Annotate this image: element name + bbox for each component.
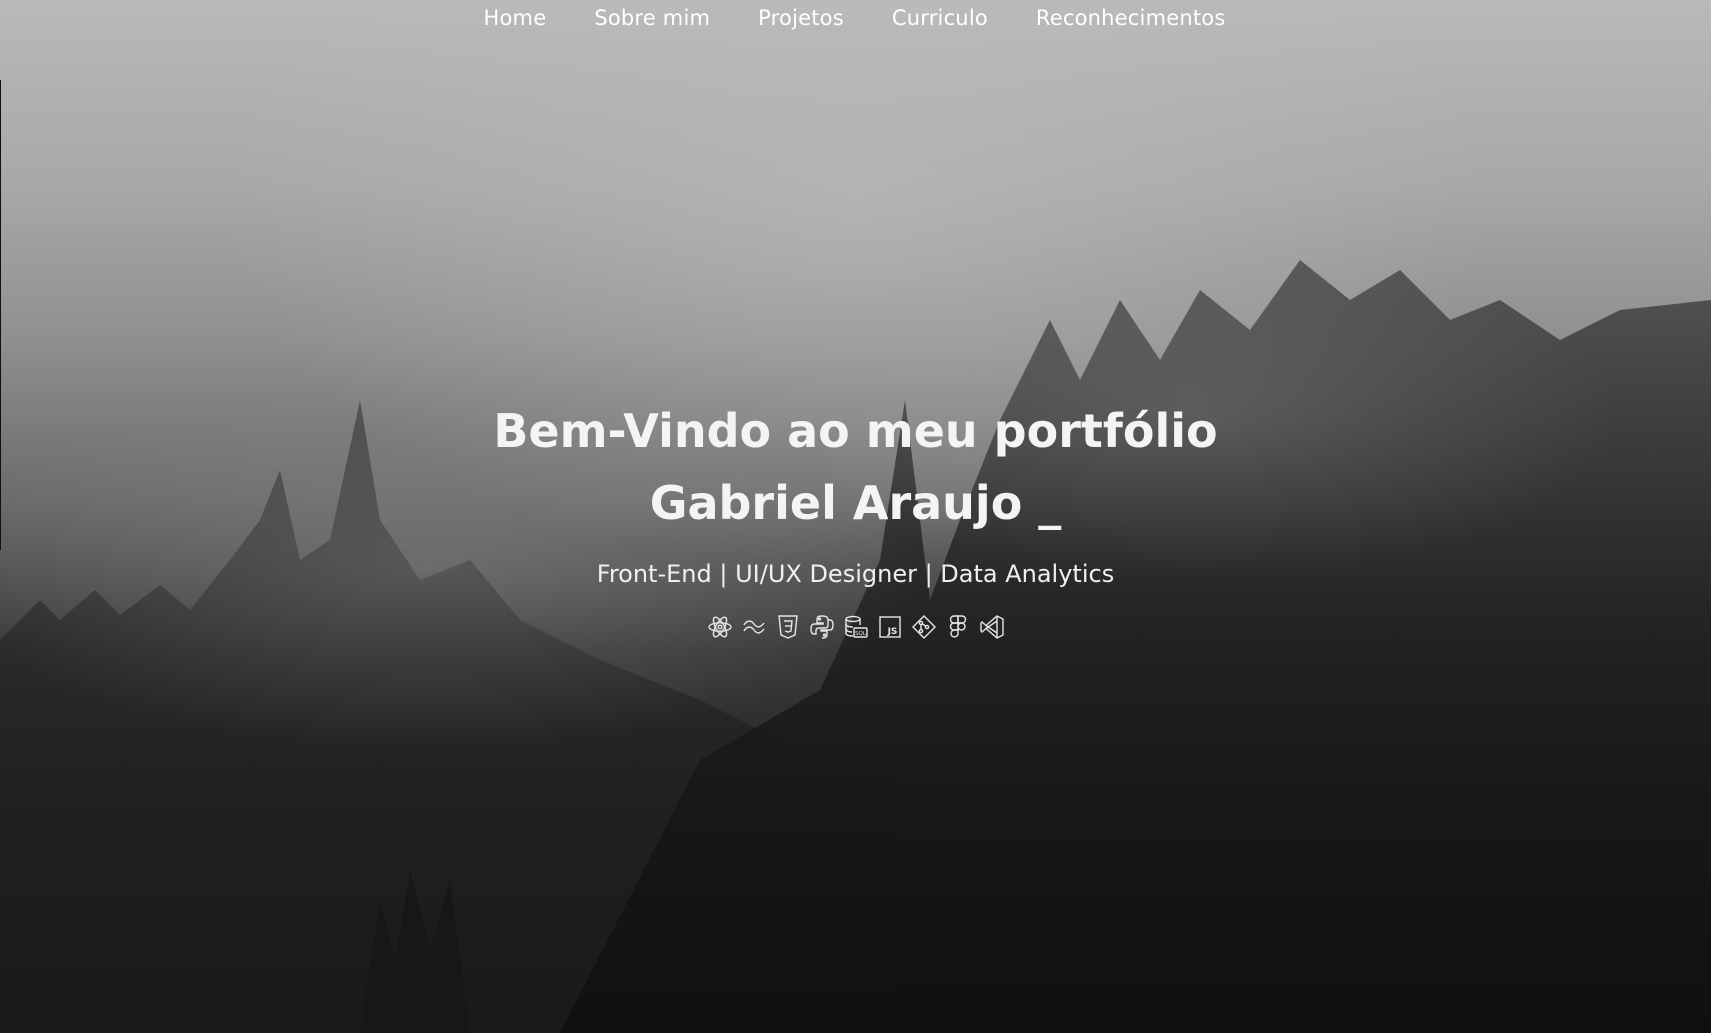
- nav-item-home[interactable]: Home: [483, 6, 548, 30]
- react-icon: [706, 613, 734, 641]
- hero-title: Bem-Vindo ao meu portfólio Gabriel Arauj…: [0, 395, 1711, 539]
- nav-item-sobre-mim[interactable]: Sobre mim: [593, 6, 711, 30]
- css3-icon: [774, 613, 802, 641]
- tailwind-icon: [740, 613, 768, 641]
- sql-database-icon: SQL: [842, 613, 870, 641]
- javascript-icon: JS: [876, 613, 904, 641]
- top-navigation: Home Sobre mim Projetos Curriculo Reconh…: [0, 0, 1710, 36]
- hero-subtitle: Front-End | UI/UX Designer | Data Analyt…: [596, 560, 1115, 588]
- nav-item-projetos[interactable]: Projetos: [757, 6, 845, 30]
- hero-content: Bem-Vindo ao meu portfólio Gabriel Arauj…: [0, 395, 1711, 641]
- vscode-icon: [978, 613, 1006, 641]
- svg-text:JS: JS: [886, 627, 897, 637]
- skills-icon-row: SQL JS: [0, 613, 1711, 641]
- hero-title-line-1: Bem-Vindo ao meu portfólio: [493, 404, 1218, 458]
- nav-item-reconhecimentos[interactable]: Reconhecimentos: [1035, 6, 1227, 30]
- python-icon: [808, 613, 836, 641]
- svg-text:SQL: SQL: [855, 631, 867, 637]
- nav-item-curriculo[interactable]: Curriculo: [891, 6, 989, 30]
- git-icon: [910, 613, 938, 641]
- hero-title-line-2: Gabriel Araujo _: [649, 476, 1062, 530]
- figma-icon: [944, 613, 972, 641]
- hero-section: Home Sobre mim Projetos Curriculo Reconh…: [0, 0, 1711, 1033]
